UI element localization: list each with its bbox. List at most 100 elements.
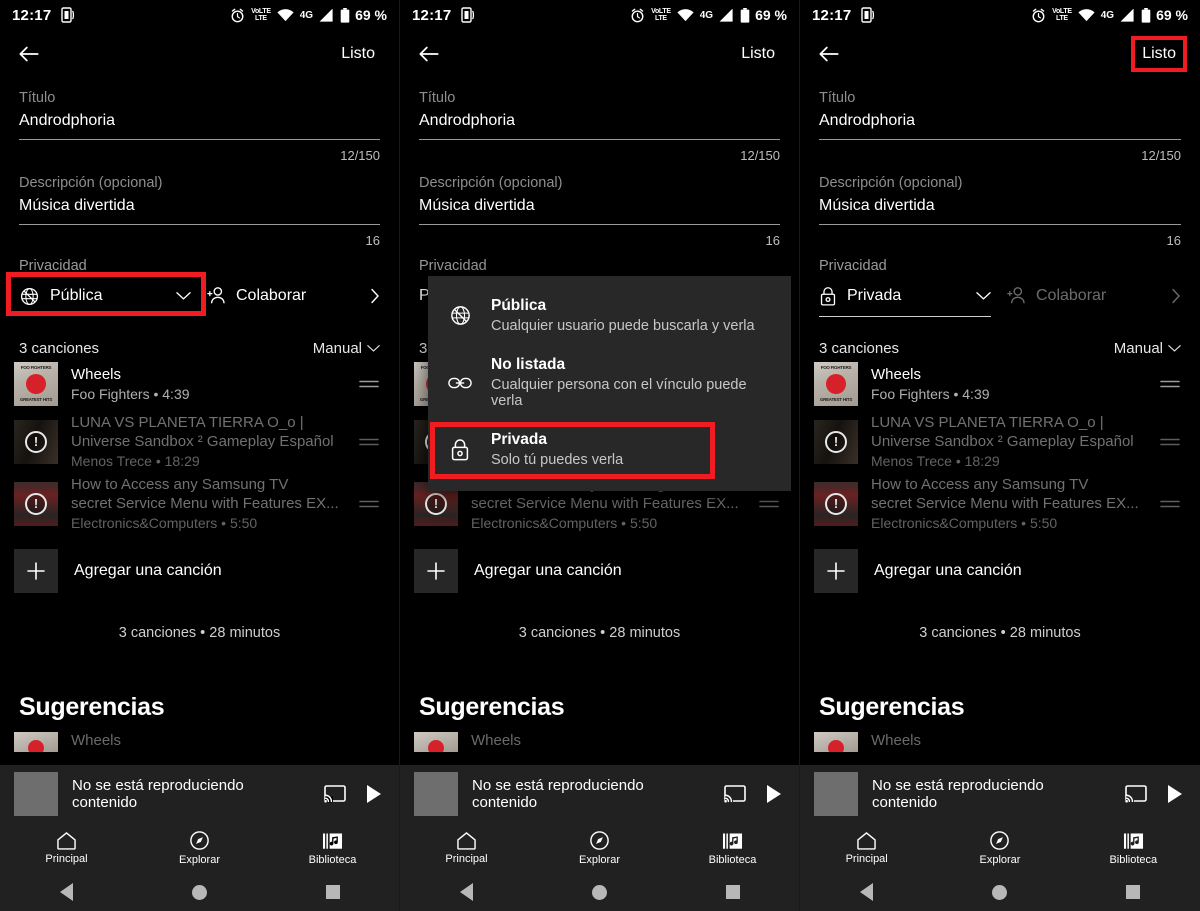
privacy-dropdown[interactable]: Privada	[819, 280, 991, 312]
drag-handle-icon[interactable]	[1159, 377, 1181, 391]
description-input[interactable]: Música divertida	[819, 191, 1181, 224]
song-row-3[interactable]: ! How to Access any Samsung TV secret Se…	[0, 473, 399, 535]
menu-item-publica[interactable]: Pública Cualquier usuario puede buscarla…	[428, 286, 791, 345]
title-input[interactable]: Androdphoria	[419, 106, 780, 139]
menu-item-no-listada[interactable]: No listada Cualquier persona con el vínc…	[428, 345, 791, 420]
description-label: Descripción (opcional)	[819, 175, 963, 191]
title-field[interactable]: Título Androdphoria	[400, 90, 799, 140]
suggestion-peek[interactable]: Wheels	[400, 722, 799, 752]
song-row-2[interactable]: ! LUNA VS PLANETA TIERRA O_o | Universe …	[800, 411, 1200, 473]
title-input[interactable]: Androdphoria	[19, 106, 380, 139]
suggestion-thumbnail	[414, 732, 458, 752]
songs-header: 3 canciones Manual	[0, 340, 399, 357]
add-song-button[interactable]: Agregar una canción	[400, 541, 799, 601]
suggestion-peek[interactable]: Wheels	[800, 722, 1200, 752]
album-art: !	[814, 482, 858, 526]
sort-dropdown[interactable]: Manual	[313, 340, 380, 357]
song-title-line2: Universe Sandbox ² Gameplay Español	[871, 433, 1134, 450]
lock-icon	[819, 286, 837, 307]
play-icon[interactable]	[1166, 784, 1184, 804]
done-button[interactable]: Listo	[735, 41, 781, 67]
description-field[interactable]: Descripción (opcional) Música divertida	[800, 175, 1200, 225]
system-back-button[interactable]	[400, 883, 533, 901]
nav-item-explorar[interactable]: Explorar	[933, 823, 1066, 873]
drag-handle-icon[interactable]	[1159, 435, 1181, 449]
nav-item-principal[interactable]: Principal	[0, 823, 133, 873]
song-title-line1: LUNA VS PLANETA TIERRA O_o |	[871, 414, 1104, 431]
system-back-button[interactable]	[800, 883, 933, 901]
cast-icon[interactable]	[723, 784, 747, 804]
song-row-2[interactable]: ! LUNA VS PLANETA TIERRA O_o | Universe …	[0, 411, 399, 473]
title-field[interactable]: Título Androdphoria	[0, 90, 399, 140]
home-icon	[456, 831, 477, 850]
menu-item-privada[interactable]: Privada Solo tú puedes verla	[428, 420, 791, 479]
privacy-dropdown[interactable]: Pública	[19, 280, 191, 312]
song-info: LUNA VS PLANETA TIERRA O_o | Universe Sa…	[71, 413, 345, 471]
add-song-button[interactable]: Agregar una canción	[800, 541, 1200, 601]
cast-icon[interactable]	[1124, 784, 1148, 804]
description-input[interactable]: Música divertida	[419, 191, 780, 224]
add-song-label: Agregar una canción	[874, 562, 1022, 579]
system-recents-button[interactable]	[266, 885, 399, 899]
drag-handle-icon[interactable]	[758, 497, 780, 511]
description-field[interactable]: Descripción (opcional) Música divertida	[400, 175, 799, 225]
title-field[interactable]: Título Androdphoria	[800, 90, 1200, 140]
plus-icon	[814, 549, 858, 593]
system-home-button[interactable]	[533, 884, 666, 900]
drag-handle-icon[interactable]	[358, 435, 380, 449]
add-song-button[interactable]: Agregar una canción	[0, 541, 399, 601]
song-subtitle: Menos Trece • 18:29	[871, 453, 1000, 469]
status-time: 12:17	[812, 6, 852, 24]
system-recents-button[interactable]	[666, 885, 799, 899]
drag-handle-icon[interactable]	[358, 497, 380, 511]
drag-handle-icon[interactable]	[358, 377, 380, 391]
mini-player-thumbnail	[414, 772, 458, 816]
album-art: !	[814, 420, 858, 464]
menu-item-description: Cualquier usuario puede buscarla y verla	[491, 318, 755, 334]
song-title: Wheels	[71, 365, 122, 383]
app-bar: Listo	[800, 30, 1200, 78]
song-info: LUNA VS PLANETA TIERRA O_o | Universe Sa…	[871, 413, 1146, 471]
back-arrow-icon[interactable]	[416, 41, 442, 67]
drag-handle-icon[interactable]	[1159, 497, 1181, 511]
system-back-button[interactable]	[0, 883, 133, 901]
sort-dropdown[interactable]: Manual	[1114, 340, 1181, 357]
nav-item-principal[interactable]: Principal	[800, 823, 933, 873]
nav-item-explorar[interactable]: Explorar	[533, 823, 666, 873]
mini-player[interactable]: No se está reproduciendo contenido	[800, 765, 1200, 823]
nav-item-explorar[interactable]: Explorar	[133, 823, 266, 873]
privacy-dropdown-menu: Pública Cualquier usuario puede buscarla…	[428, 276, 791, 491]
playlist-totals: 3 canciones • 28 minutos	[518, 625, 681, 641]
sort-label: Manual	[1113, 340, 1163, 357]
play-icon[interactable]	[365, 784, 383, 804]
done-button[interactable]: Listo	[335, 41, 381, 67]
system-recents-button[interactable]	[1067, 885, 1200, 899]
play-icon[interactable]	[765, 784, 783, 804]
collaborate-button[interactable]: Colaborar	[1005, 286, 1181, 306]
mini-player[interactable]: No se está reproduciendo contenido	[400, 765, 799, 823]
song-row-3[interactable]: ! How to Access any Samsung TV secret Se…	[800, 473, 1200, 535]
title-input[interactable]: Androdphoria	[819, 106, 1181, 139]
description-input[interactable]: Música divertida	[19, 191, 380, 224]
nav-item-biblioteca[interactable]: Biblioteca	[666, 823, 799, 873]
system-home-button[interactable]	[133, 884, 266, 900]
menu-item-description: Solo tú puedes verla	[491, 452, 624, 468]
cast-icon[interactable]	[323, 784, 347, 804]
song-row-1[interactable]: FOO FIGHTERS GREATEST HITS Wheels Foo Fi…	[800, 357, 1200, 411]
home-icon	[856, 831, 877, 850]
mini-player[interactable]: No se está reproduciendo contenido	[0, 765, 399, 823]
nav-item-biblioteca[interactable]: Biblioteca	[266, 823, 399, 873]
description-field[interactable]: Descripción (opcional) Música divertida	[0, 175, 399, 225]
nav-item-principal[interactable]: Principal	[400, 823, 533, 873]
collaborate-button[interactable]: Colaborar	[205, 286, 380, 306]
nav-item-biblioteca[interactable]: Biblioteca	[1067, 823, 1200, 873]
title-counter: 12/150	[340, 148, 380, 163]
song-row-1[interactable]: FOO FIGHTERS GREATEST HITS Wheels Foo Fi…	[0, 357, 399, 411]
done-button[interactable]: Listo	[1131, 36, 1187, 72]
suggestion-peek[interactable]: Wheels	[0, 722, 399, 752]
back-arrow-icon[interactable]	[816, 41, 842, 67]
system-home-button[interactable]	[933, 884, 1066, 900]
nav-label: Biblioteca	[1109, 853, 1158, 866]
system-nav	[0, 873, 399, 911]
back-arrow-icon[interactable]	[16, 41, 42, 67]
